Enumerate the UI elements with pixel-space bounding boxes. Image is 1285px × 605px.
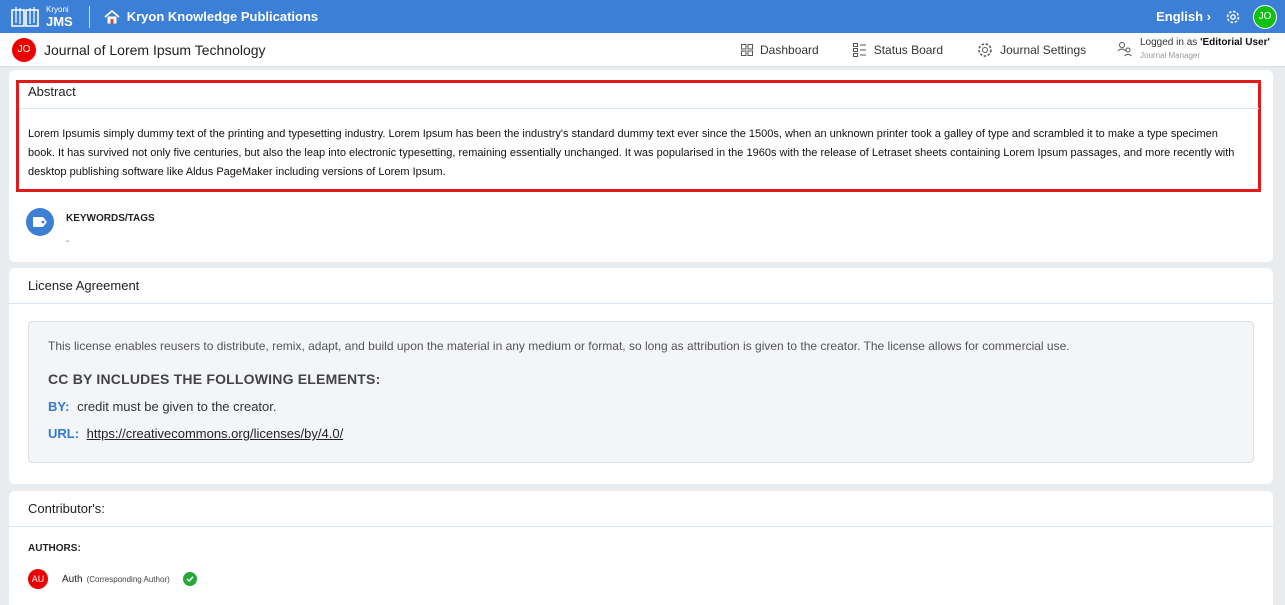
page-scrollbar[interactable] xyxy=(1280,70,1285,605)
logo-product: JMS xyxy=(46,14,73,29)
cc-by-key: BY: xyxy=(48,399,70,414)
contributors-card: Contributor's: AUTHORS: AU Auth (Corresp… xyxy=(9,491,1273,605)
cc-url-key: URL: xyxy=(48,426,80,441)
nav-dashboard-label: Dashboard xyxy=(760,43,819,57)
cc-by-value: credit must be given to the creator. xyxy=(77,399,277,414)
cc-elements-title: CC BY INCLUDES THE FOLLOWING ELEMENTS: xyxy=(48,371,381,387)
license-box: This license enables reusers to distribu… xyxy=(28,321,1254,463)
license-card: License Agreement This license enables r… xyxy=(9,268,1273,484)
grid-icon xyxy=(741,44,753,56)
nav-journal-settings[interactable]: Journal Settings xyxy=(977,42,1086,58)
tag-icon xyxy=(26,208,54,236)
nav-dashboard[interactable]: Dashboard xyxy=(741,43,819,57)
author-role: (Corresponding Author) xyxy=(86,574,170,584)
user-swap-icon xyxy=(1117,42,1132,57)
nav-status-board[interactable]: Status Board xyxy=(852,43,944,57)
language-selector[interactable]: English › xyxy=(1156,9,1211,24)
logged-in-info[interactable]: Logged in as 'Editorial User' Journal Ma… xyxy=(1117,37,1270,60)
keywords-value: - xyxy=(66,236,70,247)
abstract-heading: Abstract xyxy=(28,84,76,99)
author-item[interactable]: AU Auth (Corresponding Author) xyxy=(28,569,197,589)
chevron-right-icon: › xyxy=(1206,9,1211,24)
cc-url-row: URL: https://creativecommons.org/license… xyxy=(48,426,1253,441)
publisher-name[interactable]: Kryon Knowledge Publications xyxy=(127,9,318,24)
authors-label: AUTHORS: xyxy=(28,543,81,554)
logged-in-user: 'Editorial User' xyxy=(1200,37,1270,48)
journal-bar: JO Journal of Lorem Ipsum Technology Das… xyxy=(0,33,1285,67)
logged-in-text: Logged in as 'Editorial User' xyxy=(1140,37,1270,48)
nav-journal-settings-label: Journal Settings xyxy=(1000,43,1087,57)
abstract-divider xyxy=(19,108,1259,109)
license-description: This license enables reusers to distribu… xyxy=(48,339,1070,353)
author-avatar: AU xyxy=(28,569,48,589)
check-icon xyxy=(182,572,197,586)
header-divider xyxy=(88,5,90,28)
logged-in-prefix: Logged in as xyxy=(1140,37,1201,48)
home-icon[interactable] xyxy=(104,9,120,25)
license-heading: License Agreement xyxy=(9,268,1273,304)
journal-title[interactable]: Journal of Lorem Ipsum Technology xyxy=(44,42,266,58)
status-board-icon xyxy=(852,43,866,57)
license-url-link[interactable]: https://creativecommons.org/licenses/by/… xyxy=(87,426,344,441)
settings-cog-icon xyxy=(978,43,992,57)
nav-status-board-label: Status Board xyxy=(873,43,944,57)
cc-by-row: BY: credit must be given to the creator. xyxy=(48,399,1253,414)
keywords-label: KEYWORDS/TAGS xyxy=(66,213,155,224)
language-label: English xyxy=(1156,9,1204,24)
user-avatar[interactable]: JO xyxy=(1253,4,1277,29)
abstract-text: Lorem Ipsumis simply dummy text of the p… xyxy=(28,128,1235,178)
top-bar: Kryoni JMS Kryon Knowledge Publications … xyxy=(0,0,1285,33)
author-name: Auth xyxy=(62,573,83,585)
gear-icon[interactable] xyxy=(1225,9,1241,25)
app-logo[interactable]: Kryoni JMS xyxy=(10,0,73,33)
contributors-heading: Contributor's: xyxy=(9,491,1273,527)
journal-avatar: JO xyxy=(12,37,36,62)
main-nav: Dashboard Status Board Journal Settings xyxy=(741,33,1120,67)
abstract-card: Abstract Lorem Ipsumis simply dummy text… xyxy=(9,70,1273,262)
book-logo-icon xyxy=(11,6,39,27)
user-role: Journal Manager xyxy=(1140,51,1201,60)
